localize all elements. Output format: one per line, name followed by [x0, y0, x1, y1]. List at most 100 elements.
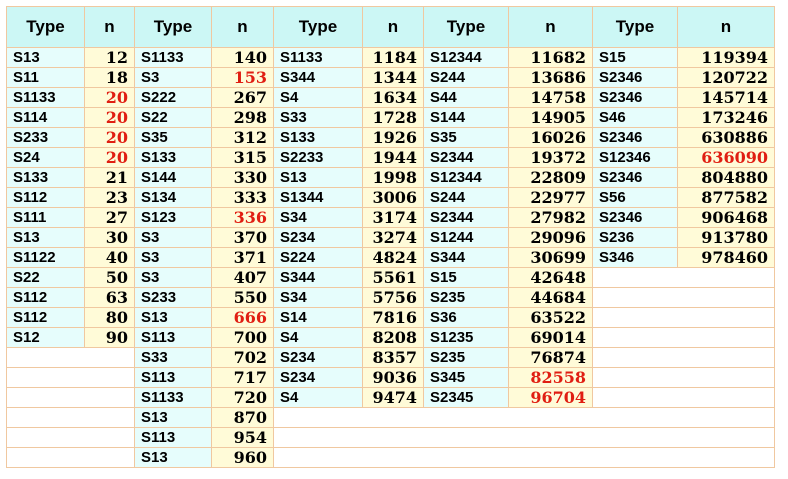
type-cell: S1133 [273, 47, 363, 68]
data-table: Type n Type n Type n Type n Type n S13 12… [6, 6, 775, 468]
type-cell: S133 [273, 127, 363, 148]
empty-cell [6, 347, 135, 368]
n-cell: 44684 [508, 287, 593, 308]
type-cell: S15 [592, 47, 678, 68]
type-cell: S12344 [423, 47, 509, 68]
n-cell: 700 [211, 327, 274, 348]
n-cell: 11682 [508, 47, 593, 68]
n-cell-highlighted: 20 [84, 127, 135, 148]
type-cell: S134 [134, 187, 212, 208]
type-cell: S13 [6, 47, 85, 68]
type-cell: S35 [134, 127, 212, 148]
n-cell: 550 [211, 287, 274, 308]
n-cell: 80 [84, 307, 135, 328]
table-row: S113 717 S234 9036 S345 82558 [6, 367, 775, 388]
type-cell: S133 [134, 147, 212, 168]
type-cell: S344 [423, 247, 509, 268]
n-cell: 4824 [362, 247, 424, 268]
type-cell: S3 [134, 227, 212, 248]
n-cell: 1184 [362, 47, 424, 68]
type-cell: S1235 [423, 327, 509, 348]
table-row: S233 20 S35 312 S133 1926 S35 16026 S2346 630886 [6, 127, 775, 148]
n-cell: 370 [211, 227, 274, 248]
type-cell: S12344 [423, 167, 509, 188]
type-cell: S14 [273, 307, 363, 328]
n-cell: 1998 [362, 167, 424, 188]
type-cell: S33 [134, 347, 212, 368]
n-cell: 906468 [677, 207, 775, 228]
type-cell: S112 [6, 287, 85, 308]
empty-cell [592, 387, 775, 408]
type-cell: S12 [6, 327, 85, 348]
table-row: S13 12 S1133 140 S1133 1184 S12344 11682 S15 1193… [6, 47, 775, 68]
type-cell: S346 [592, 247, 678, 268]
n-cell: 9036 [362, 367, 424, 388]
empty-cell [6, 387, 135, 408]
empty-cell [592, 267, 775, 288]
table-row: S112 63 S233 550 S34 5756 S235 44684 [6, 287, 775, 308]
n-cell: 145714 [677, 87, 775, 108]
n-cell: 120722 [677, 67, 775, 88]
n-cell-highlighted: 20 [84, 107, 135, 128]
type-cell: S3 [134, 247, 212, 268]
type-cell: S2345 [423, 387, 509, 408]
n-cell: 3274 [362, 227, 424, 248]
n-cell: 50 [84, 267, 135, 288]
empty-cell [592, 327, 775, 348]
table-row: S112 80 S13 666 S14 7816 S36 63522 [6, 307, 775, 328]
type-cell: S133 [6, 167, 85, 188]
type-cell: S3 [134, 67, 212, 88]
type-cell: S1133 [134, 387, 212, 408]
n-cell: 298 [211, 107, 274, 128]
type-cell: S234 [273, 367, 363, 388]
type-cell: S1133 [134, 47, 212, 68]
type-cell: S56 [592, 187, 678, 208]
table-row: S13 960 [6, 447, 775, 468]
n-cell-highlighted: 666 [211, 307, 274, 328]
n-header: n [362, 6, 424, 48]
n-cell: 312 [211, 127, 274, 148]
table-row: S114 20 S22 298 S33 1728 S144 14905 S46 173246 [6, 107, 775, 128]
table-header: Type n Type n Type n Type n Type n [6, 6, 775, 48]
empty-cell [6, 427, 135, 448]
n-cell: 877582 [677, 187, 775, 208]
n-header: n [508, 6, 593, 48]
n-cell: 42648 [508, 267, 593, 288]
table-row: S1122 40 S3 371 S224 4824 S344 30699 S346 978460 [6, 247, 775, 268]
table-row: S133 21 S144 330 S13 1998 S12344 22809 S2346 8048… [6, 167, 775, 188]
n-cell: 1344 [362, 67, 424, 88]
n-cell: 30699 [508, 247, 593, 268]
n-cell: 22977 [508, 187, 593, 208]
n-cell-highlighted: 96704 [508, 387, 593, 408]
type-cell: S2344 [423, 207, 509, 228]
type-cell: S344 [273, 267, 363, 288]
type-cell: S144 [423, 107, 509, 128]
n-cell: 804880 [677, 167, 775, 188]
type-cell: S236 [592, 227, 678, 248]
n-cell: 14905 [508, 107, 593, 128]
type-cell: S2344 [423, 147, 509, 168]
type-cell: S112 [6, 187, 85, 208]
type-cell: S33 [273, 107, 363, 128]
n-cell: 7816 [362, 307, 424, 328]
n-cell: 1634 [362, 87, 424, 108]
n-cell: 913780 [677, 227, 775, 248]
type-header: Type [423, 6, 509, 48]
n-cell: 76874 [508, 347, 593, 368]
type-header: Type [134, 6, 212, 48]
table-row: S24 20 S133 315 S2233 1944 S2344 19372 S12346 636… [6, 147, 775, 168]
n-cell: 315 [211, 147, 274, 168]
n-cell: 3006 [362, 187, 424, 208]
table-body: S13 12 S1133 140 S1133 1184 S12344 11682 S15 1193… [6, 47, 775, 468]
type-cell: S15 [423, 267, 509, 288]
n-cell: 69014 [508, 327, 593, 348]
type-cell: S2346 [592, 207, 678, 228]
empty-cell [6, 407, 135, 428]
n-header: n [84, 6, 135, 48]
type-cell: S114 [6, 107, 85, 128]
empty-cell [273, 407, 775, 428]
type-cell: S1244 [423, 227, 509, 248]
n-cell: 5561 [362, 267, 424, 288]
n-cell: 18 [84, 67, 135, 88]
type-header: Type [6, 6, 85, 48]
